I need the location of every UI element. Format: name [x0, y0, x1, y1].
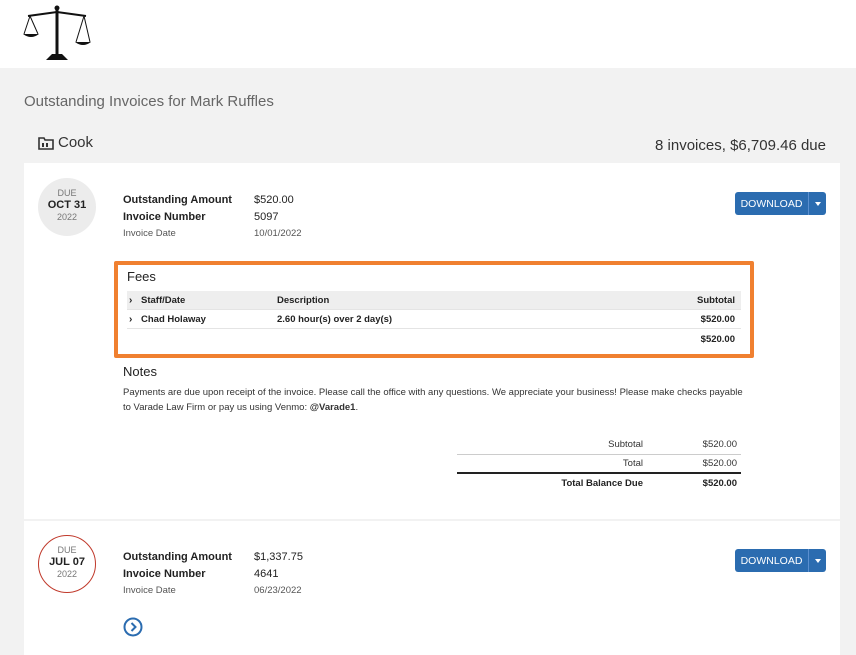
invoice-info: Outstanding Amount $520.00 Invoice Numbe…	[123, 191, 302, 242]
table-row[interactable]: › Chad Holaway 2.60 hour(s) over 2 day(s…	[127, 310, 741, 329]
invoice-card: DUE OCT 31 2022 Outstanding Amount $520.…	[24, 163, 840, 519]
scales-of-justice-icon[interactable]	[22, 4, 92, 62]
invoice-card: DUE JUL 07 2022 Outstanding Amount $1,33…	[24, 521, 840, 655]
download-button-group: DOWNLOAD	[735, 192, 826, 215]
fees-title: Fees	[127, 269, 156, 284]
invoice-date-value: 06/23/2022	[254, 585, 302, 596]
col-header-description: Description	[277, 294, 330, 306]
due-month-day: JUL 07	[49, 556, 85, 568]
due-date-badge: DUE OCT 31 2022	[38, 178, 96, 236]
download-options-dropdown[interactable]	[808, 549, 826, 572]
subtotal-label: Subtotal	[608, 438, 643, 450]
total-value: $520.00	[702, 457, 737, 469]
outstanding-amount-value: $520.00	[254, 193, 294, 206]
due-label: DUE	[57, 545, 77, 555]
download-button-group: DOWNLOAD	[735, 549, 826, 572]
invoice-number-value: 4641	[254, 567, 279, 580]
invoice-date-label: Invoice Date	[123, 585, 176, 596]
download-button[interactable]: DOWNLOAD	[735, 192, 808, 215]
chevron-right-circle-icon[interactable]	[123, 617, 143, 637]
invoice-number-label: Invoice Number	[123, 210, 206, 223]
subtotal-row: Subtotal $520.00	[457, 435, 741, 455]
notes-text: Payments are due upon receipt of the inv…	[123, 385, 743, 415]
fee-staff: Chad Holaway	[141, 313, 206, 325]
due-year: 2022	[56, 212, 78, 222]
notes-body: Payments are due upon receipt of the inv…	[123, 387, 743, 413]
outstanding-amount-label: Outstanding Amount	[123, 193, 232, 206]
balance-due-value: $520.00	[702, 478, 737, 490]
fees-section: Fees › Staff/Date Description Subtotal ›…	[114, 261, 754, 358]
invoice-date-value: 10/01/2022	[254, 228, 302, 239]
fee-description: 2.60 hour(s) over 2 day(s)	[277, 313, 393, 325]
expand-row-chevron-icon[interactable]: ›	[127, 314, 141, 325]
invoice-summary: 8 invoices, $6,709.46 due	[655, 137, 826, 154]
expand-all-chevron-icon[interactable]: ›	[127, 295, 141, 306]
notes-end: .	[355, 402, 359, 413]
balance-due-label: Total Balance Due	[561, 478, 643, 490]
fees-total-row: $520.00	[127, 329, 741, 349]
invoice-number-value: 5097	[254, 210, 279, 223]
matter-header: Cook	[38, 134, 93, 151]
notes-title: Notes	[123, 364, 157, 379]
total-row: Total $520.00	[457, 455, 741, 474]
due-date-badge-overdue: DUE JUL 07 2022	[38, 535, 96, 593]
venmo-handle: @Varade1	[309, 402, 356, 413]
fees-table: › Staff/Date Description Subtotal › Chad…	[127, 291, 741, 349]
col-header-staff-date[interactable]: Staff/Date	[141, 295, 277, 306]
download-options-dropdown[interactable]	[808, 192, 826, 215]
invoice-date-label: Invoice Date	[123, 228, 176, 239]
invoice-totals: Subtotal $520.00 Total $520.00 Total Bal…	[457, 435, 741, 494]
fees-total: $520.00	[700, 333, 735, 345]
balance-due-row: Total Balance Due $520.00	[457, 474, 741, 494]
top-bar	[0, 0, 856, 68]
due-year: 2022	[56, 569, 78, 579]
total-label: Total	[622, 457, 643, 469]
download-button[interactable]: DOWNLOAD	[735, 549, 808, 572]
matter-name: Cook	[58, 134, 94, 151]
due-label: DUE	[57, 188, 77, 198]
outstanding-amount-label: Outstanding Amount	[123, 550, 232, 563]
fee-subtotal: $520.00	[700, 313, 735, 325]
page-title: Outstanding Invoices for Mark Ruffles	[24, 93, 274, 110]
invoice-number-label: Invoice Number	[123, 567, 206, 580]
caret-down-icon	[814, 558, 821, 563]
outstanding-amount-value: $1,337.75	[254, 550, 303, 563]
caret-down-icon	[814, 201, 821, 206]
invoice-info: Outstanding Amount $1,337.75 Invoice Num…	[123, 548, 303, 599]
subtotal-value: $520.00	[702, 438, 737, 450]
due-month-day: OCT 31	[47, 199, 87, 211]
col-header-subtotal: Subtotal	[697, 294, 735, 306]
fees-header-row: › Staff/Date Description Subtotal	[127, 291, 741, 310]
folder-icon	[38, 136, 54, 150]
